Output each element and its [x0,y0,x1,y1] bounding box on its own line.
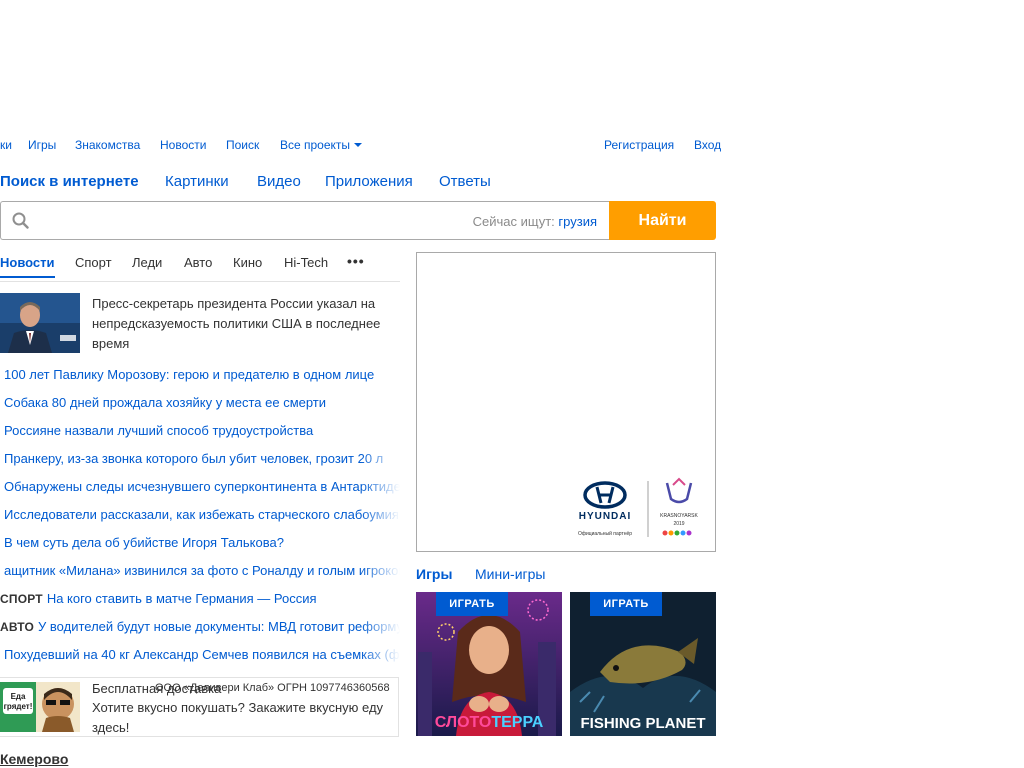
trending-hint: Сейчас ищут: грузия [473,214,597,229]
news-item[interactable]: Исследователи рассказали, как избежать с… [0,506,400,534]
text-fade [360,618,400,638]
ad-banner[interactable]: HYUNDAI Официальный партнёр KRASNOYARSK … [416,252,716,552]
ad-event-text: KRASNOYARSK [660,513,698,519]
tab-answers[interactable]: Ответы [439,173,491,190]
tab-auto[interactable]: Авто [184,255,212,270]
topnav-item-all-projects[interactable]: Все проекты [280,138,363,152]
news-headline: У водителей будут новые документы: МВД г… [38,619,400,634]
news-list: 100 лет Павлику Морозову: герою и предат… [0,366,400,674]
news-item[interactable]: спорт На кого ставить в матче Германия — … [0,590,400,618]
main-news-item[interactable]: Пресс-секретарь президента России указал… [0,293,400,353]
all-projects-label: Все проекты [280,138,351,152]
tab-web-search[interactable]: Поиск в интернете [0,173,139,190]
promo-image: Еда грядет! [0,682,80,732]
news-item[interactable]: 100 лет Павлику Морозову: герою и предат… [0,366,400,394]
caret-down-icon [354,143,363,147]
news-item[interactable]: ащитник «Милана» извинился за фото с Рон… [0,562,400,590]
news-item[interactable]: авто У водителей будут новые документы: М… [0,618,400,646]
news-headline: Исследователи рассказали, как избежать с… [4,507,399,522]
news-headline: Пранкеру, из-за звонка которого был убит… [4,451,384,466]
game-card-fishing-planet[interactable]: ИГРАТЬ FISHING PLANET [570,592,716,736]
game-title: FISHING PLANET [580,715,706,732]
top-navigation: ки Игры Знакомства Новости Поиск Все про… [0,138,722,154]
promo-image-text-2: грядет! [4,702,33,711]
text-fade [360,478,400,498]
tab-hitech[interactable]: Hi-Tech [284,255,328,270]
more-dots-icon[interactable]: ••• [347,253,365,269]
ad-partner-text: Официальный партнёр [578,530,632,537]
login-link[interactable]: Вход [694,138,721,152]
play-button[interactable]: ИГРАТЬ [436,592,508,616]
tab-games[interactable]: Игры [416,566,452,582]
news-headline: Обнаружены следы исчезнувшего суперконти… [4,479,400,494]
promo-legal: ООО «Деливери Клаб» ОГРН 1097746360568 [155,682,390,694]
tab-sport[interactable]: Спорт [75,255,112,270]
news-headline: Россияне назвали лучший способ трудоустр… [4,423,314,438]
tab-apps[interactable]: Приложения [325,173,413,190]
topnav-item-news[interactable]: Новости [160,138,206,152]
news-tabs: Новости Спорт Леди Авто Кино Hi-Tech ••• [0,253,400,282]
topnav-item-games[interactable]: Игры [28,138,56,152]
topnav-item-mail[interactable]: ки [0,138,12,152]
game-card-slototerra[interactable]: ИГРАТЬ СЛОТОТЕРРА [416,592,562,736]
main-news-title: Пресс-секретарь президента России указал… [92,296,381,351]
trending-label: Сейчас ищут: [472,214,555,229]
promo-block[interactable]: Еда грядет! Бесплатная доставка ООО «Дел… [0,677,399,737]
news-headline: В чем суть дела об убийстве Игоря Талько… [4,535,284,550]
promo-text: Хотите вкусно покушать? Закажите вкусную… [92,700,384,735]
news-category: спорт [0,592,43,606]
text-fade [360,450,400,470]
tab-kino[interactable]: Кино [233,255,262,270]
search-bar: Сейчас ищут: грузия Найти [0,201,716,240]
game-title-part-b: ТЕРРА [491,714,544,731]
search-input[interactable]: Сейчас ищут: грузия [0,201,609,240]
search-button[interactable]: Найти [609,201,716,240]
game-title: СЛОТОТЕРРА [416,714,562,732]
ad-year-text: 2019 [673,521,684,527]
universiade-logo-icon [665,482,693,504]
ad-brand-text: HYUNDAI [579,511,632,522]
topnav-item-dating[interactable]: Знакомства [75,138,140,152]
promo-image-text-1: Еда [11,692,26,701]
tab-news[interactable]: Новости [0,255,55,278]
search-icon [12,212,29,229]
news-category: авто [0,620,35,634]
tab-mini-games[interactable]: Мини-игры [475,566,545,582]
news-headline: Собака 80 дней прождала хозяйку у места … [4,395,327,410]
text-fade [360,506,400,526]
register-link[interactable]: Регистрация [604,138,674,152]
news-item[interactable]: Россияне назвали лучший способ трудоустр… [0,422,400,450]
news-headline: 100 лет Павлику Морозову: герою и предат… [4,367,375,382]
tab-lady[interactable]: Леди [132,255,162,270]
news-item[interactable]: Пранкеру, из-за звонка которого был убит… [0,450,400,478]
play-button[interactable]: ИГРАТЬ [590,592,662,616]
topnav-item-search[interactable]: Поиск [226,138,259,152]
game-title-part-a: СЛОТО [434,714,492,731]
news-thumbnail-image [0,293,80,353]
page: ки Игры Знакомства Новости Поиск Все про… [0,0,1024,768]
city-link[interactable]: Кемерово [0,751,68,767]
news-item[interactable]: Собака 80 дней прождала хозяйку у места … [0,394,400,422]
ad-banner-graphic: HYUNDAI Официальный партнёр KRASNOYARSK … [578,477,699,537]
text-fade [360,646,400,666]
news-item[interactable]: Обнаружены следы исчезнувшего суперконти… [0,478,400,506]
news-item[interactable]: В чем суть дела об убийстве Игоря Талько… [0,534,400,562]
text-fade [360,562,400,582]
news-headline: На кого ставить в матче Германия — Росси… [46,591,317,606]
tab-video[interactable]: Видео [257,173,301,190]
news-headline: ащитник «Милана» извинился за фото с Рон… [4,563,400,578]
tab-images[interactable]: Картинки [165,173,229,190]
news-item[interactable]: Похудевший на 40 кг Александр Семчев поя… [0,646,400,674]
news-headline: Похудевший на 40 кг Александр Семчев поя… [4,647,400,662]
trending-query-link[interactable]: грузия [558,214,597,229]
